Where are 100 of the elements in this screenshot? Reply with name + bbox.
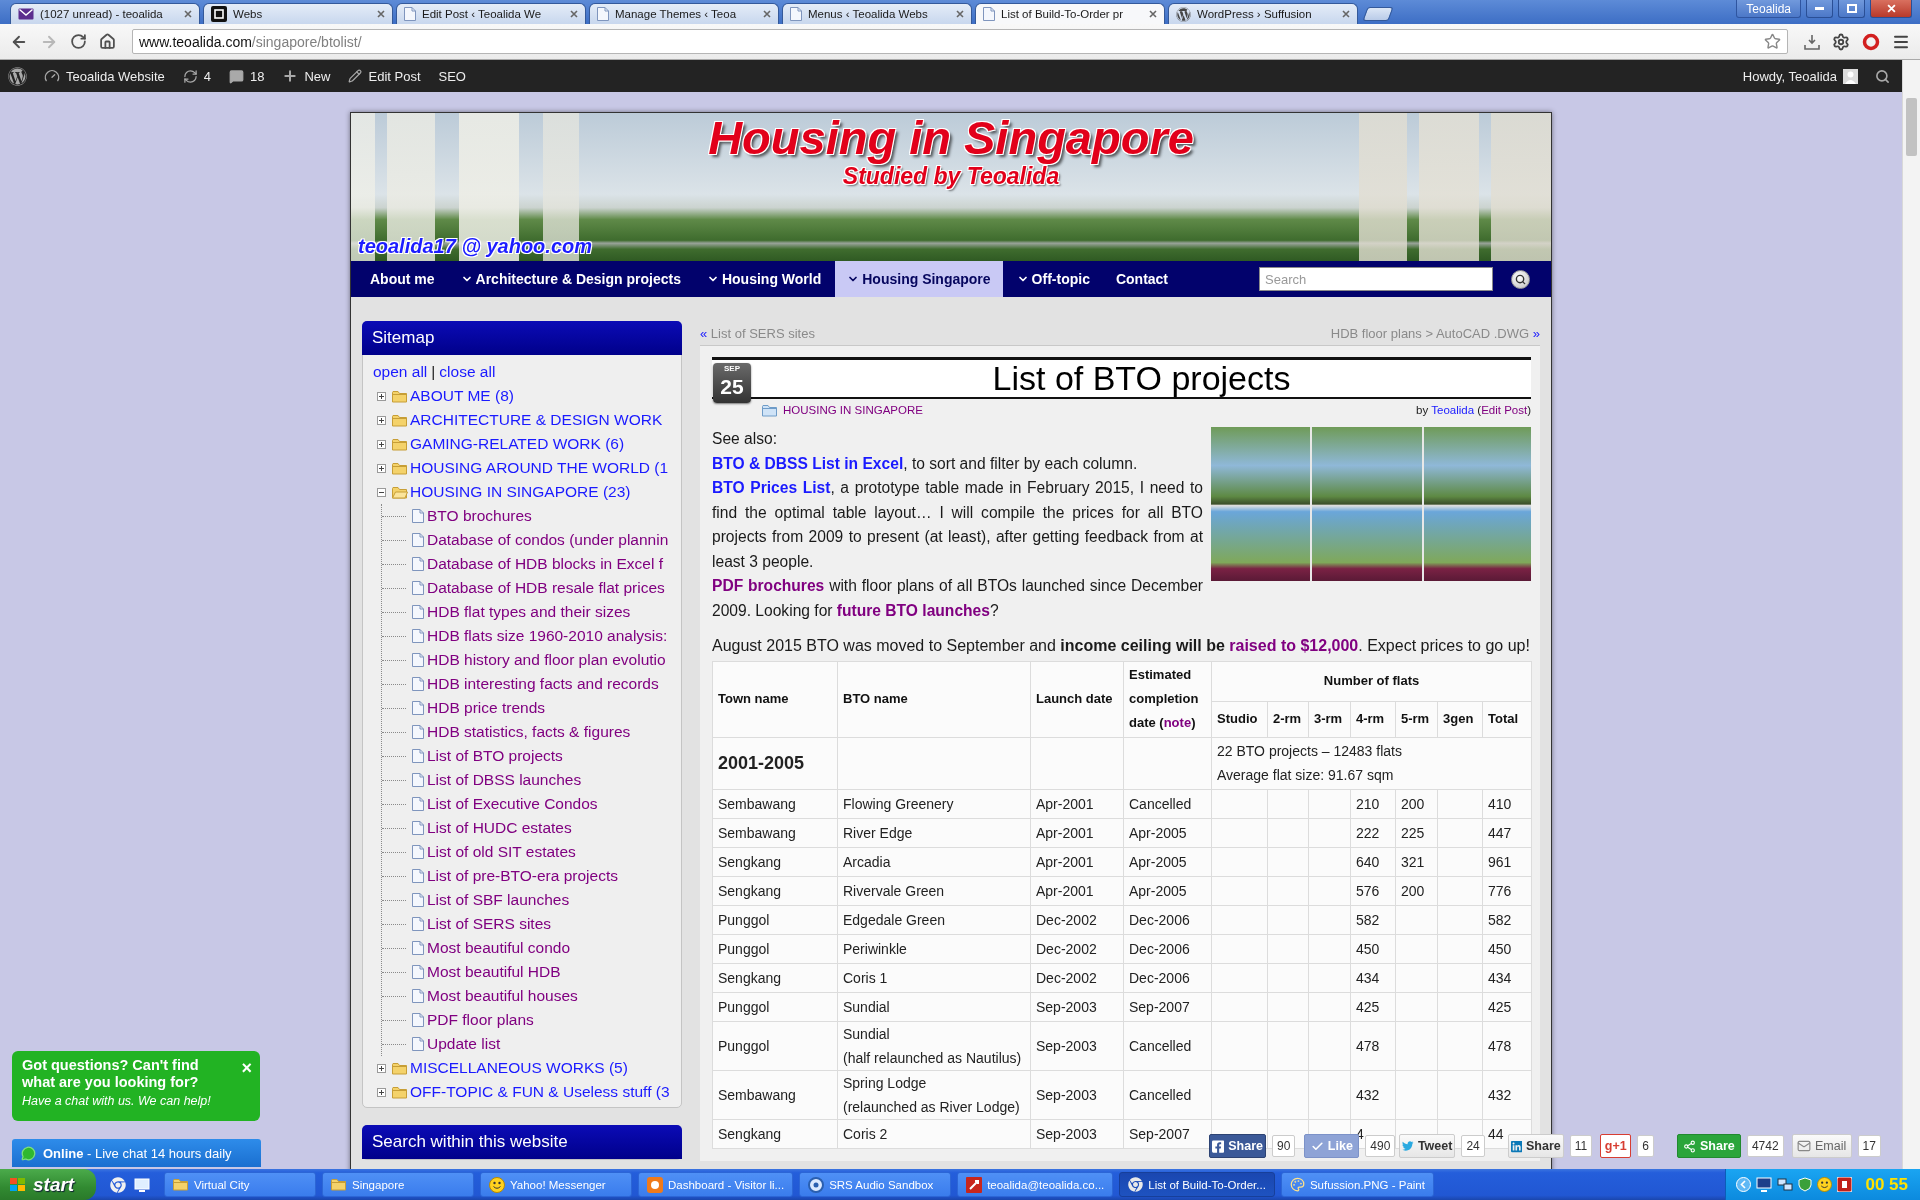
sitemap-link[interactable]: HDB flat types and their sizes bbox=[427, 603, 631, 621]
plus-box-icon[interactable] bbox=[377, 1087, 386, 1097]
close-icon[interactable] bbox=[1342, 10, 1350, 18]
plus-box-icon[interactable] bbox=[377, 439, 386, 449]
sitemap-link[interactable]: HDB price trends bbox=[427, 699, 545, 717]
close-icon[interactable] bbox=[184, 10, 192, 18]
taskbar-button[interactable]: Singapore bbox=[322, 1172, 474, 1197]
reload-icon[interactable] bbox=[70, 33, 87, 50]
share-button[interactable]: Email bbox=[1791, 1134, 1852, 1158]
admin-menu-item[interactable]: Edit Post bbox=[339, 60, 430, 92]
share-button[interactable]: g+1 bbox=[1600, 1134, 1632, 1158]
nav-menu-item[interactable]: About me bbox=[358, 261, 447, 297]
nav-menu-item[interactable]: Architecture & Design projects bbox=[448, 261, 693, 297]
admin-menu-item[interactable]: 18 bbox=[220, 60, 274, 92]
browser-icon[interactable] bbox=[110, 1176, 126, 1193]
text-link[interactable]: PDF brochures bbox=[712, 577, 825, 594]
live-chat-button[interactable]: Online - Live chat 14 hours daily bbox=[12, 1139, 261, 1167]
nav-menu-item[interactable]: Off-topic bbox=[1004, 261, 1102, 297]
next-post-link[interactable]: HDB floor plans > AutoCAD .DWG » bbox=[1330, 325, 1540, 341]
sitemap-link[interactable]: List of Executive Condos bbox=[427, 795, 598, 813]
text-link[interactable]: future BTO launches bbox=[836, 601, 990, 619]
nav-menu-item[interactable]: Contact bbox=[1103, 261, 1181, 297]
share-button[interactable]: Share bbox=[1507, 1134, 1564, 1158]
admin-menu-item[interactable]: SEO bbox=[429, 60, 475, 92]
plus-box-icon[interactable] bbox=[377, 415, 386, 425]
profile-name[interactable]: Teoalida bbox=[1736, 0, 1801, 18]
sitemap-link[interactable]: Most beautiful houses bbox=[427, 987, 578, 1005]
browser-tab[interactable]: Menus ‹ Teoalida Webs bbox=[782, 3, 972, 24]
close-icon[interactable] bbox=[956, 10, 964, 18]
browser-tab[interactable]: Manage Themes ‹ Teoa bbox=[589, 3, 779, 24]
minimize-button[interactable] bbox=[1806, 0, 1833, 18]
shield-icon[interactable] bbox=[1798, 1177, 1813, 1192]
start-button[interactable]: start bbox=[0, 1169, 96, 1200]
expand-icon[interactable] bbox=[1736, 1177, 1752, 1192]
sitemap-link[interactable]: Database of HDB blocks in Excel f bbox=[427, 555, 664, 573]
maximize-button[interactable] bbox=[1838, 0, 1865, 18]
sitemap-link[interactable]: Most beautiful HDB bbox=[427, 963, 561, 981]
network-icon[interactable] bbox=[1777, 1177, 1794, 1192]
previous-post-link[interactable]: « List of SERS sites bbox=[700, 325, 815, 341]
monitor-icon[interactable] bbox=[1756, 1177, 1773, 1192]
browser-tab[interactable]: Webs bbox=[203, 3, 393, 24]
text-link[interactable]: Teoalida bbox=[1431, 404, 1475, 416]
sitemap-link[interactable]: OFF-TOPIC & FUN & Useless stuff (3 bbox=[410, 1083, 670, 1101]
close-icon[interactable] bbox=[1149, 10, 1157, 18]
taskbar-button[interactable]: List of Build-To-Order... bbox=[1119, 1172, 1275, 1197]
tray-icon[interactable] bbox=[1804, 33, 1820, 50]
sitemap-link[interactable]: HDB history and floor plan evolutio bbox=[427, 651, 666, 669]
sitemap-link[interactable]: HOUSING IN SINGAPORE (23) bbox=[410, 483, 631, 501]
browser-tab[interactable]: List of Build-To-Order pr bbox=[975, 3, 1165, 24]
search-icon[interactable] bbox=[1875, 68, 1890, 84]
close-icon[interactable] bbox=[763, 10, 771, 18]
nav-menu-item[interactable]: Housing Singapore bbox=[835, 261, 1003, 297]
sitemap-link[interactable]: List of DBSS launches bbox=[427, 771, 582, 789]
home-icon[interactable] bbox=[99, 33, 116, 50]
text-link[interactable]: BTO & DBSS List in Excel bbox=[712, 454, 904, 472]
search-button[interactable] bbox=[1511, 269, 1530, 289]
sitemap-link[interactable]: Most beautiful condo bbox=[427, 939, 571, 957]
sitemap-link[interactable]: HDB flats size 1960-2010 analysis: bbox=[427, 627, 668, 645]
sitemap-link[interactable]: PDF floor plans bbox=[427, 1011, 534, 1029]
settings-icon[interactable] bbox=[1832, 32, 1850, 51]
search-field[interactable]: Search bbox=[1259, 267, 1493, 291]
plus-box-icon[interactable] bbox=[377, 463, 386, 473]
sitemap-link[interactable]: MISCELLANEOUS WORKS (5) bbox=[410, 1059, 628, 1077]
smiley-icon[interactable] bbox=[1817, 1177, 1833, 1192]
sitemap-link[interactable]: List of HUDC estates bbox=[427, 819, 572, 837]
address-field[interactable]: www.teoalida.com/singapore/btolist/ bbox=[132, 29, 1788, 54]
close-icon[interactable] bbox=[377, 10, 385, 18]
sitemap-link[interactable]: List of pre-BTO-era projects bbox=[427, 867, 618, 885]
taskbar-button[interactable]: Sufussion.PNG - Paint bbox=[1280, 1172, 1434, 1197]
tile-icon[interactable] bbox=[1837, 1177, 1853, 1192]
share-button[interactable]: Share bbox=[1209, 1134, 1266, 1158]
account-menu[interactable]: Howdy, Teoalida bbox=[1733, 60, 1867, 92]
text-link[interactable]: raised to $12,000 bbox=[1229, 637, 1359, 654]
sitemap-link[interactable]: Update list bbox=[427, 1035, 501, 1053]
sitemap-link[interactable]: List of old SIT estates bbox=[427, 843, 576, 861]
scrollbar-thumb[interactable] bbox=[1906, 98, 1917, 156]
sitemap-link[interactable]: ARCHITECTURE & DESIGN WORK bbox=[410, 411, 663, 429]
close-window-button[interactable] bbox=[1870, 0, 1912, 18]
admin-menu-item[interactable]: Teoalida Website bbox=[35, 60, 174, 92]
admin-menu-item[interactable]: New bbox=[273, 60, 340, 92]
category-link[interactable]: HOUSING IN SINGAPORE bbox=[783, 404, 923, 416]
sitemap-link[interactable]: HDB statistics, facts & figures bbox=[427, 723, 631, 741]
sitemap-link[interactable]: Database of condos (under plannin bbox=[427, 531, 669, 549]
browser-tab[interactable]: Edit Post ‹ Teoalida We bbox=[396, 3, 586, 24]
sitemap-link[interactable]: BTO brochures bbox=[427, 507, 532, 525]
sitemap-link[interactable]: GAMING-RELATED WORK (6) bbox=[410, 435, 625, 453]
close-all-link[interactable]: close all bbox=[439, 363, 496, 381]
share-button[interactable]: Tweet bbox=[1399, 1134, 1456, 1158]
taskbar-button[interactable]: Yahoo! Messenger bbox=[480, 1172, 632, 1197]
text-link[interactable]: BTO Prices List bbox=[712, 479, 831, 496]
nav-menu-item[interactable]: Housing World bbox=[694, 261, 834, 297]
sitemap-link[interactable]: List of BTO projects bbox=[427, 747, 563, 765]
sitemap-link[interactable]: List of SBF launches bbox=[427, 891, 570, 909]
taskbar-button[interactable]: SRS Audio Sandbox bbox=[799, 1172, 952, 1197]
ring-icon[interactable] bbox=[1862, 32, 1880, 51]
new-tab-button[interactable] bbox=[1362, 7, 1394, 21]
minus-box-icon[interactable] bbox=[377, 487, 386, 497]
sitemap-link[interactable]: HOUSING AROUND THE WORLD (1 bbox=[410, 459, 669, 477]
star-icon[interactable] bbox=[1764, 33, 1781, 50]
taskbar-button[interactable]: teoalida@teoalida.co... bbox=[957, 1172, 1114, 1197]
